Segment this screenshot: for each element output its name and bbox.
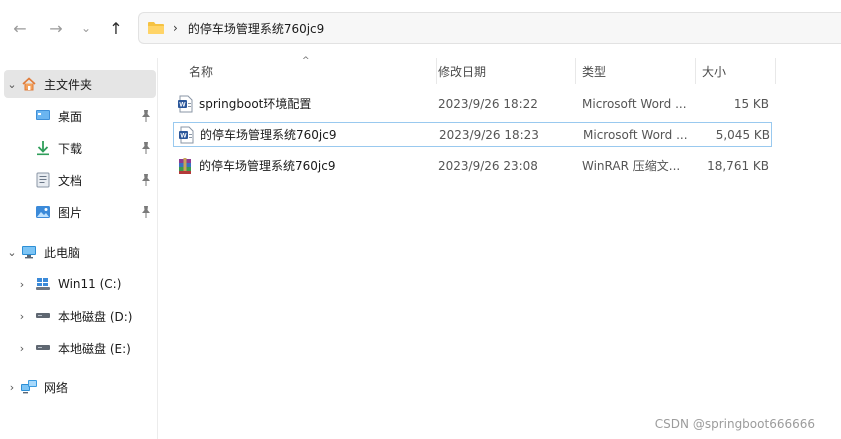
column-header-name[interactable]: 名称 (181, 58, 437, 84)
pictures-icon (34, 203, 52, 221)
sidebar-item-downloads[interactable]: 下载 (4, 134, 156, 162)
chevron-down-icon[interactable]: ⌄ (4, 246, 20, 259)
forward-arrow-icon: → (49, 18, 63, 38)
file-type: WinRAR 压缩文... (582, 159, 681, 173)
file-type: Microsoft Word ... (583, 127, 688, 142)
file-list: ^ 名称 修改日期 类型 大小 W springboot环境配置 2023/9/… (159, 56, 841, 439)
file-type: Microsoft Word ... (582, 96, 687, 111)
chevron-right-icon[interactable]: › (14, 310, 30, 323)
sidebar-item-home[interactable]: ⌄ 主文件夹 (4, 70, 156, 98)
column-header-size[interactable]: 大小 (694, 58, 776, 84)
sidebar-item-label: 桌面 (58, 109, 83, 124)
sidebar-item-label: 本地磁盘 (E:) (58, 341, 131, 356)
computer-icon (20, 243, 38, 261)
column-header-date[interactable]: 修改日期 (430, 58, 576, 84)
word-document-icon: W (178, 95, 193, 112)
file-row[interactable]: W springboot环境配置 2023/9/26 18:22 Microso… (173, 91, 772, 116)
file-size: 15 KB (733, 96, 769, 111)
breadcrumb-current-folder[interactable]: 的停车场管理系统760jc9 (188, 20, 324, 37)
chevron-right-icon[interactable]: › (4, 381, 20, 394)
sidebar-item-label: 下载 (58, 141, 83, 156)
sidebar-item-label: 网络 (44, 380, 69, 395)
download-icon (34, 139, 52, 157)
file-date: 2023/9/26 23:08 (438, 158, 538, 173)
windows-drive-icon (34, 275, 52, 293)
pin-icon[interactable] (140, 141, 152, 155)
home-icon (20, 75, 38, 93)
sidebar-item-label: 本地磁盘 (D:) (58, 309, 133, 324)
navigation-pane: ⌄ 主文件夹 桌面 下载 文档 图片 ⌄ 此电脑 › Win11 (C:) › … (0, 58, 158, 439)
file-date: 2023/9/26 18:22 (438, 96, 538, 111)
file-row[interactable]: W 的停车场管理系统760jc9 2023/9/26 18:23 Microso… (173, 122, 772, 147)
pin-icon[interactable] (140, 109, 152, 123)
sidebar-item-drive-d[interactable]: › 本地磁盘 (D:) (4, 302, 156, 330)
recent-locations-button[interactable]: ⌄ (72, 14, 100, 42)
file-name: springboot环境配置 (199, 97, 312, 111)
sidebar-item-network[interactable]: › 网络 (4, 373, 156, 401)
forward-button[interactable]: → (42, 14, 70, 42)
sidebar-item-documents[interactable]: 文档 (4, 166, 156, 194)
file-name: 的停车场管理系统760jc9 (200, 128, 337, 142)
sidebar-item-label: 此电脑 (44, 245, 81, 260)
file-name: 的停车场管理系统760jc9 (199, 159, 336, 173)
sidebar-item-label: 文档 (58, 173, 83, 188)
chevron-down-icon[interactable]: ⌄ (4, 78, 20, 91)
chevron-right-icon[interactable]: › (14, 342, 30, 355)
sidebar-item-drive-c[interactable]: › Win11 (C:) (4, 270, 156, 298)
svg-text:W: W (179, 101, 186, 108)
drive-icon (34, 307, 52, 325)
sidebar-item-drive-e[interactable]: › 本地磁盘 (E:) (4, 334, 156, 362)
sidebar-item-label: 主文件夹 (44, 77, 93, 92)
chevron-down-icon: ⌄ (80, 21, 92, 35)
winrar-archive-icon (179, 157, 191, 174)
svg-text:W: W (180, 132, 187, 139)
back-button[interactable]: ← (6, 14, 34, 42)
word-document-icon: W (179, 126, 194, 143)
documents-icon (34, 171, 52, 189)
address-toolbar: ← → ⌄ ↑ › 的停车场管理系统760jc9 (0, 0, 841, 58)
sidebar-item-pictures[interactable]: 图片 (4, 198, 156, 226)
chevron-right-icon[interactable]: › (14, 278, 30, 291)
breadcrumb-chevron-icon: › (173, 21, 178, 35)
pin-icon[interactable] (140, 205, 152, 219)
folder-icon (148, 22, 164, 34)
back-arrow-icon: ← (13, 18, 27, 38)
up-button[interactable]: ↑ (102, 14, 130, 42)
sidebar-item-this-pc[interactable]: ⌄ 此电脑 (4, 238, 156, 266)
file-size: 18,761 KB (707, 158, 769, 173)
column-header-type[interactable]: 类型 (574, 58, 696, 84)
sidebar-item-desktop[interactable]: 桌面 (4, 102, 156, 130)
network-icon (20, 378, 38, 396)
sidebar-item-label: 图片 (58, 205, 83, 220)
file-row[interactable]: 的停车场管理系统760jc9 2023/9/26 23:08 WinRAR 压缩… (173, 153, 772, 178)
sidebar-item-label: Win11 (C:) (58, 277, 122, 291)
file-explorer-window: ← → ⌄ ↑ › 的停车场管理系统760jc9 ⌄ 主文件夹 桌面 下载 文档… (0, 0, 841, 439)
pin-icon[interactable] (140, 173, 152, 187)
file-date: 2023/9/26 18:23 (439, 127, 539, 142)
file-size: 5,045 KB (715, 127, 770, 142)
up-arrow-icon: ↑ (109, 18, 123, 38)
desktop-icon (34, 107, 52, 125)
drive-icon (34, 339, 52, 357)
address-bar[interactable]: › 的停车场管理系统760jc9 (138, 12, 841, 44)
watermark: CSDN @springboot666666 (654, 417, 815, 431)
